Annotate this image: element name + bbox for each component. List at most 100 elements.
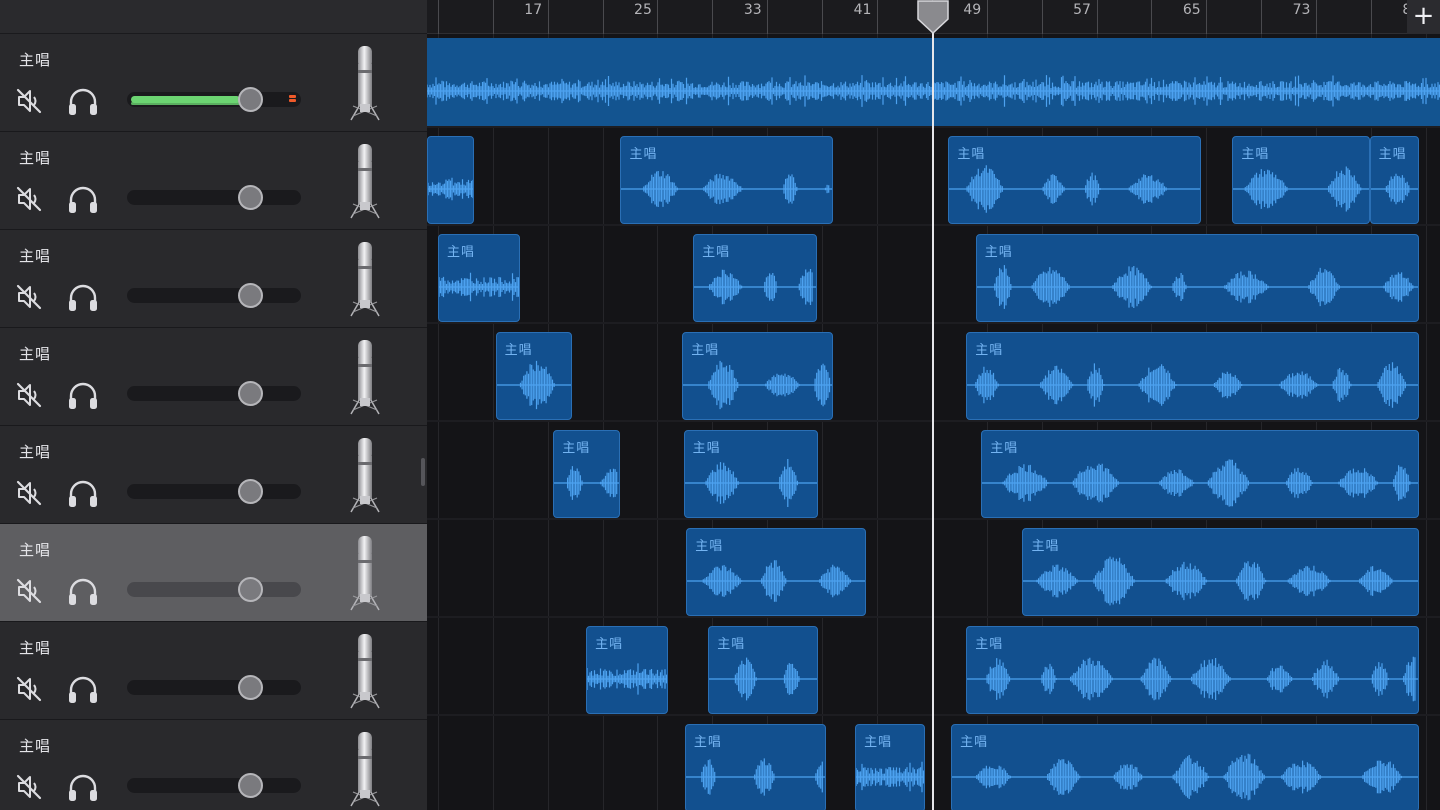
audio-region[interactable]: 主唱	[1369, 136, 1419, 224]
level-meter-secondary	[131, 102, 240, 105]
track-header[interactable]: 主唱	[0, 524, 427, 622]
audio-region[interactable]: 主唱	[684, 724, 827, 810]
audio-region[interactable]: 主唱	[586, 626, 669, 714]
audio-region[interactable]: 主唱	[975, 234, 1419, 322]
solo-button[interactable]	[66, 674, 100, 706]
ruler-tick	[1151, 0, 1153, 34]
mute-button[interactable]	[14, 380, 44, 410]
mute-button[interactable]	[14, 576, 44, 606]
solo-button[interactable]	[66, 86, 100, 118]
arrangement-timeline[interactable]: 主唱 主唱 主唱 主唱 主唱 主唱 主唱 主唱 主唱 主唱 主唱 主唱 主唱 主唱 主唱 主唱 主唱 主唱 主唱 主唱…	[427, 0, 1440, 810]
mute-button[interactable]	[14, 478, 44, 508]
solo-button[interactable]	[66, 282, 100, 314]
add-track-button[interactable]: +	[1407, 0, 1440, 34]
ruler-bar-number: 65	[1182, 2, 1201, 18]
track-header[interactable]: 主唱	[0, 622, 427, 720]
microphone-icon	[345, 340, 385, 416]
volume-slider-knob[interactable]	[238, 675, 263, 700]
ruler-bar-number: 33	[743, 2, 762, 18]
track-header[interactable]: 主唱	[0, 426, 427, 524]
solo-button[interactable]	[66, 576, 100, 608]
volume-slider[interactable]	[127, 283, 301, 308]
audio-region[interactable]: 主唱	[1022, 528, 1419, 616]
waveform	[967, 656, 1418, 702]
volume-slider-knob[interactable]	[238, 283, 263, 308]
track-name-label: 主唱	[19, 639, 52, 657]
solo-button[interactable]	[66, 184, 100, 216]
track-header[interactable]: 主唱	[0, 328, 427, 426]
audio-region[interactable]: 主唱	[966, 332, 1419, 420]
mute-button[interactable]	[14, 674, 44, 704]
plus-icon: +	[1412, 1, 1435, 31]
bar-gridline	[492, 34, 494, 810]
region-name-label: 主唱	[1241, 147, 1270, 162]
ruler-tick	[1370, 0, 1372, 34]
ruler-bar-number: 57	[1073, 2, 1091, 18]
audio-region[interactable]: 主唱	[683, 430, 819, 518]
volume-slider-knob[interactable]	[238, 87, 263, 112]
header-toolbar-area	[0, 0, 427, 34]
region-name-label: 主唱	[717, 637, 746, 652]
microphone-icon	[345, 438, 385, 514]
audio-region[interactable]: 主唱	[437, 234, 521, 322]
volume-slider[interactable]	[127, 675, 301, 700]
volume-slider-knob[interactable]	[238, 381, 263, 406]
volume-slider-knob[interactable]	[238, 185, 263, 210]
region-name-label: 主唱	[960, 735, 989, 750]
solo-button[interactable]	[66, 772, 100, 804]
panel-resize-handle[interactable]	[421, 458, 425, 486]
track-header[interactable]: 主唱	[0, 230, 427, 328]
volume-slider-knob[interactable]	[238, 577, 263, 602]
volume-slider[interactable]	[127, 773, 301, 798]
audio-region[interactable]: 主唱	[981, 430, 1419, 518]
ruler-tick	[1096, 0, 1098, 34]
waveform	[428, 177, 473, 201]
volume-slider[interactable]	[127, 185, 301, 210]
audio-region[interactable]: 主唱	[693, 234, 817, 322]
solo-button[interactable]	[66, 478, 100, 510]
volume-slider-knob[interactable]	[238, 773, 263, 798]
ruler-bar-number: 73	[1292, 2, 1311, 18]
region-name-label: 主唱	[984, 245, 1013, 260]
microphone-icon	[345, 536, 385, 612]
waveform	[967, 362, 1418, 408]
track-name-label: 主唱	[19, 345, 52, 363]
audio-region[interactable]: 主唱	[966, 626, 1419, 714]
region-name-label: 主唱	[692, 441, 721, 456]
track-header-panel: 主唱 主唱 主唱 主唱 主唱 主唱 主唱 主唱	[0, 0, 427, 810]
volume-slider-knob[interactable]	[238, 479, 263, 504]
headphones-icon	[69, 578, 97, 605]
audio-region[interactable]: 主唱	[948, 136, 1201, 224]
solo-button[interactable]	[66, 380, 100, 412]
volume-slider[interactable]	[127, 577, 301, 602]
waveform	[949, 165, 1200, 213]
audio-region[interactable]: 主唱	[686, 528, 867, 616]
headphones-icon	[69, 480, 97, 507]
ruler-tick	[712, 0, 714, 34]
playhead-handle-icon[interactable]	[917, 0, 950, 34]
audio-region[interactable]: 主唱	[1232, 136, 1370, 224]
volume-slider[interactable]	[127, 479, 301, 504]
audio-region[interactable]: 主唱	[620, 136, 834, 224]
audio-region[interactable]: 主唱	[495, 332, 573, 420]
audio-region[interactable]: 主唱	[708, 626, 818, 714]
audio-region[interactable]: 主唱	[553, 430, 621, 518]
track-header[interactable]: 主唱	[0, 720, 427, 810]
mute-button[interactable]	[14, 184, 44, 214]
audio-region[interactable]: 主唱	[951, 724, 1419, 810]
mute-button[interactable]	[14, 772, 44, 802]
microphone-icon	[345, 144, 385, 220]
mute-button[interactable]	[14, 282, 44, 312]
track-header[interactable]: 主唱	[0, 132, 427, 230]
region-name-label: 主唱	[595, 637, 624, 652]
audio-region[interactable]	[427, 136, 474, 224]
volume-slider[interactable]	[127, 87, 301, 112]
volume-slider[interactable]	[127, 381, 301, 406]
track-header[interactable]: 主唱	[0, 34, 427, 132]
microphone-icon	[345, 634, 385, 710]
mute-button[interactable]	[14, 86, 44, 116]
audio-region[interactable]: 主唱	[855, 724, 926, 810]
audio-region[interactable]: 主唱	[682, 332, 834, 420]
playhead-line[interactable]	[932, 20, 935, 810]
region-name-label: 主唱	[504, 343, 533, 358]
